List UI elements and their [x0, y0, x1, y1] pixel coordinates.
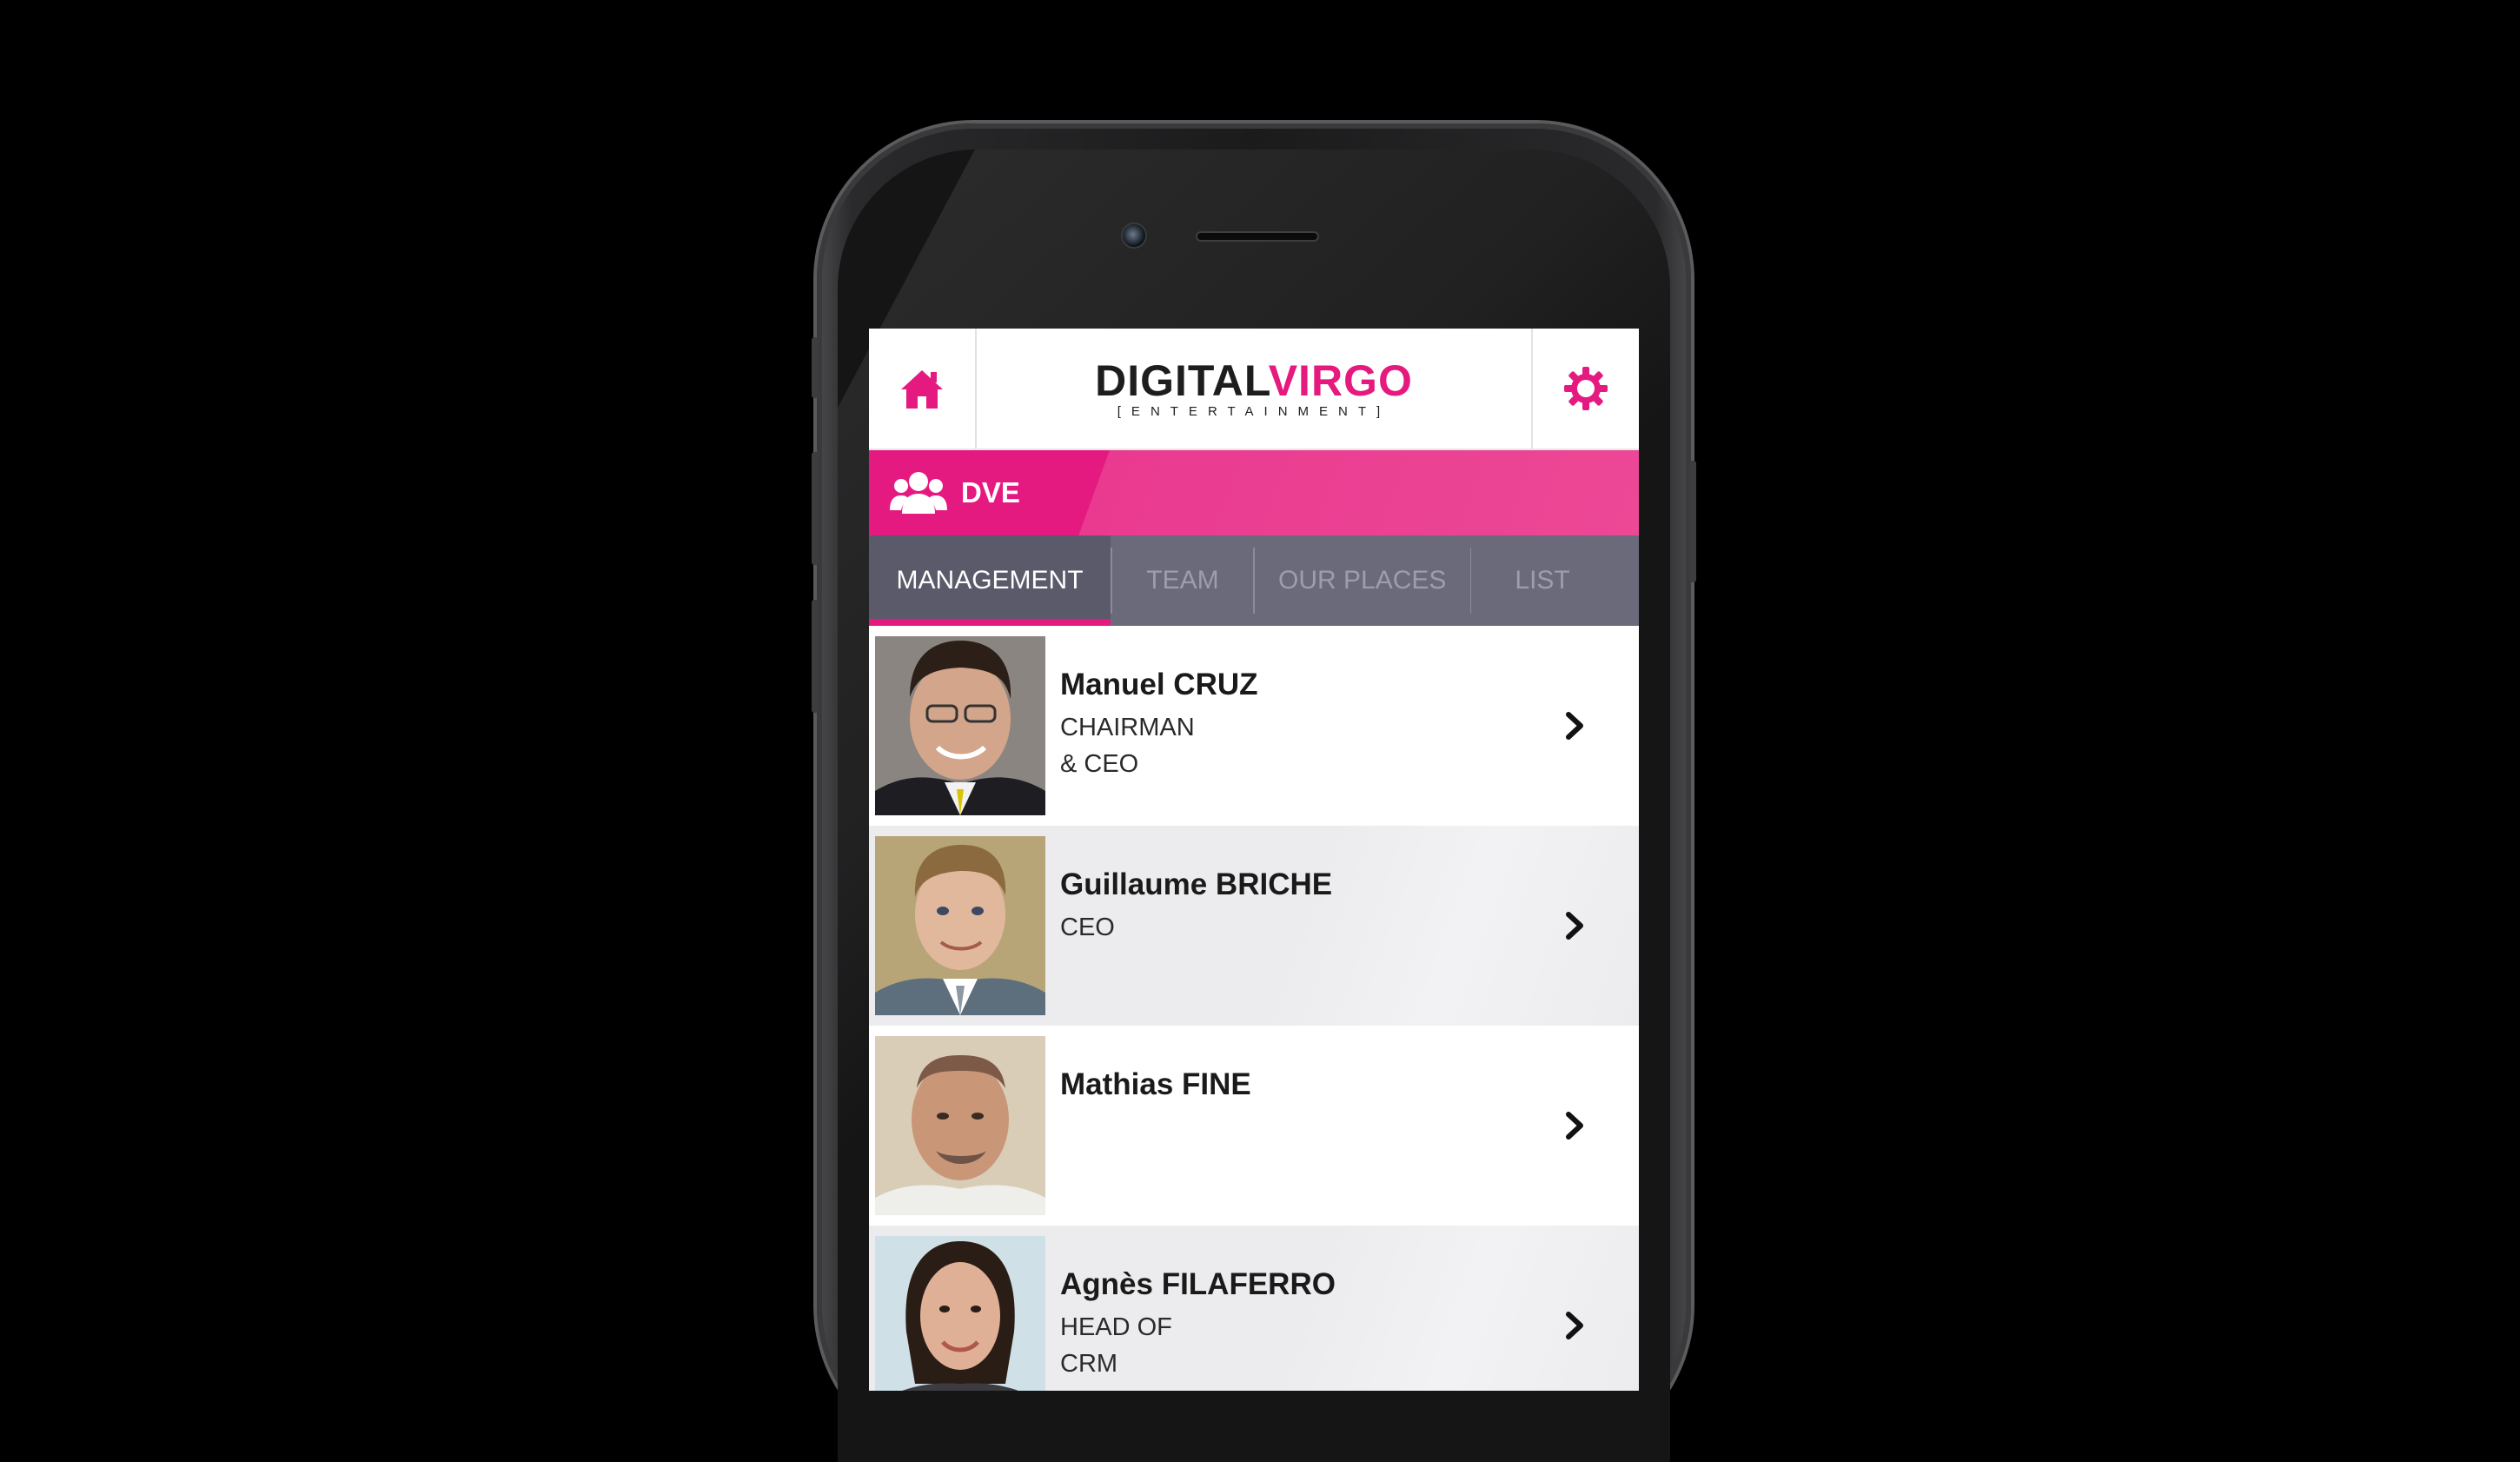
tab-bar: MANAGEMENT TEAM OUR PLACES LIST — [869, 535, 1639, 626]
person-details: Guillaume BRICHE CEO — [1060, 866, 1552, 946]
people-list: Manuel CRUZ CHAIRMAN & CEO Guillaume BRI… — [869, 626, 1639, 1391]
list-item[interactable]: Agnès FILAFERRO HEAD OF CRM — [869, 1226, 1639, 1391]
home-button[interactable] — [869, 329, 977, 449]
person-role-line: CHAIRMAN — [1060, 714, 1195, 741]
chevron-right-icon — [1561, 1108, 1590, 1143]
list-item[interactable]: Guillaume BRICHE CEO — [869, 826, 1639, 1026]
section-header: DVE — [869, 450, 1639, 535]
power-button — [1689, 461, 1696, 582]
person-role-line: CEO — [1060, 914, 1115, 941]
avatar — [875, 636, 1045, 815]
gear-icon — [1564, 367, 1608, 410]
person-details: Manuel CRUZ CHAIRMAN & CEO — [1060, 666, 1552, 782]
person-name: Mathias FINE — [1060, 1067, 1251, 1101]
tab-team[interactable]: TEAM — [1112, 535, 1253, 626]
home-icon — [901, 370, 943, 409]
chevron-right-icon — [1561, 908, 1590, 943]
volume-down-button — [812, 600, 819, 713]
chevron-right-icon — [1561, 1308, 1590, 1343]
earpiece-speaker — [1196, 231, 1319, 242]
front-camera — [1121, 223, 1147, 249]
app-screen: DIGITALVIRGO [ENTERTAINMENT] DVE MANAGEM… — [869, 329, 1639, 1391]
list-item[interactable]: Mathias FINE — [869, 1026, 1639, 1226]
person-role-line: CRM — [1060, 1350, 1118, 1378]
list-item[interactable]: Manuel CRUZ CHAIRMAN & CEO — [869, 626, 1639, 826]
avatar — [875, 1236, 1045, 1391]
person-role: CHAIRMAN & CEO — [1060, 709, 1552, 782]
section-title: DVE — [961, 476, 1020, 508]
person-details: Agnès FILAFERRO HEAD OF CRM — [1060, 1266, 1552, 1382]
avatar — [875, 1036, 1045, 1215]
logo-accent-text: VIRGO — [1268, 356, 1413, 405]
person-role: CEO — [1060, 909, 1552, 946]
settings-button[interactable] — [1531, 329, 1639, 449]
volume-up-button — [812, 452, 819, 565]
person-role: HEAD OF CRM — [1060, 1309, 1552, 1382]
person-name: Agnès FILAFERRO — [1060, 1267, 1336, 1301]
person-role-line: & CEO — [1060, 750, 1139, 778]
backdrop: DIGITALVIRGO [ENTERTAINMENT] DVE MANAGEM… — [0, 0, 2520, 1462]
logo-tagline: [ENTERTAINMENT] — [1117, 403, 1391, 419]
tab-our-places[interactable]: OUR PLACES — [1255, 535, 1470, 626]
app-header: DIGITALVIRGO [ENTERTAINMENT] — [869, 329, 1639, 450]
person-details: Mathias FINE — [1060, 1066, 1552, 1109]
group-icon — [890, 469, 947, 517]
person-name: Manuel CRUZ — [1060, 668, 1258, 701]
person-role-line: HEAD OF — [1060, 1313, 1172, 1341]
avatar — [875, 836, 1045, 1015]
person-name: Guillaume BRICHE — [1060, 867, 1333, 901]
mute-switch — [812, 337, 819, 398]
logo-primary-text: DIGITAL — [1095, 356, 1269, 405]
tab-management[interactable]: MANAGEMENT — [869, 535, 1111, 626]
chevron-right-icon — [1561, 708, 1590, 743]
tab-list[interactable]: LIST — [1471, 535, 1639, 626]
brand-logo: DIGITALVIRGO [ENTERTAINMENT] — [975, 329, 1533, 449]
